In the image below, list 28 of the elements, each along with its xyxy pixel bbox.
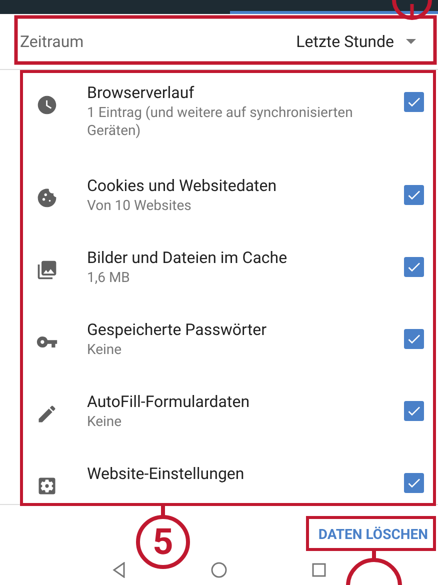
checkbox[interactable] (404, 401, 424, 421)
back-icon[interactable] (112, 562, 126, 578)
item-title: Gespeicherte Passwörter (87, 319, 268, 341)
time-range-dropdown[interactable]: Letzte Stunde (296, 30, 422, 54)
checkbox[interactable] (404, 473, 424, 493)
cookie-icon (36, 187, 58, 209)
item-title: Cookies und Websitedaten (87, 175, 278, 197)
clock-icon (36, 94, 58, 116)
time-range-label: Zeitraum (20, 30, 85, 52)
item-title: Website-Einstellungen (87, 463, 246, 485)
item-title: Bilder und Dateien im Cache (87, 247, 288, 269)
item-subtitle: 1,6 MB (87, 269, 131, 287)
item-subtitle: 1 Eintrag (und weitere auf synchronisierten Geräten) (87, 104, 354, 140)
item-title: AutoFill-Formulardaten (87, 391, 251, 413)
item-subtitle: Keine (87, 413, 123, 431)
checkbox[interactable] (404, 185, 424, 205)
recents-icon[interactable] (312, 563, 326, 577)
clear-data-button[interactable]: DATEN LÖSCHEN (314, 523, 432, 547)
item-subtitle: Keine (87, 341, 123, 359)
dropdown-icon (406, 39, 416, 44)
item-title: Browserverlauf (87, 82, 196, 104)
checkbox[interactable] (404, 257, 424, 277)
home-icon[interactable] (210, 562, 227, 578)
checkbox[interactable] (404, 92, 424, 112)
images-icon (36, 259, 58, 281)
checkbox[interactable] (404, 329, 424, 349)
callout-number: 5 (136, 515, 190, 569)
item-subtitle: Von 10 Websites (87, 197, 192, 215)
